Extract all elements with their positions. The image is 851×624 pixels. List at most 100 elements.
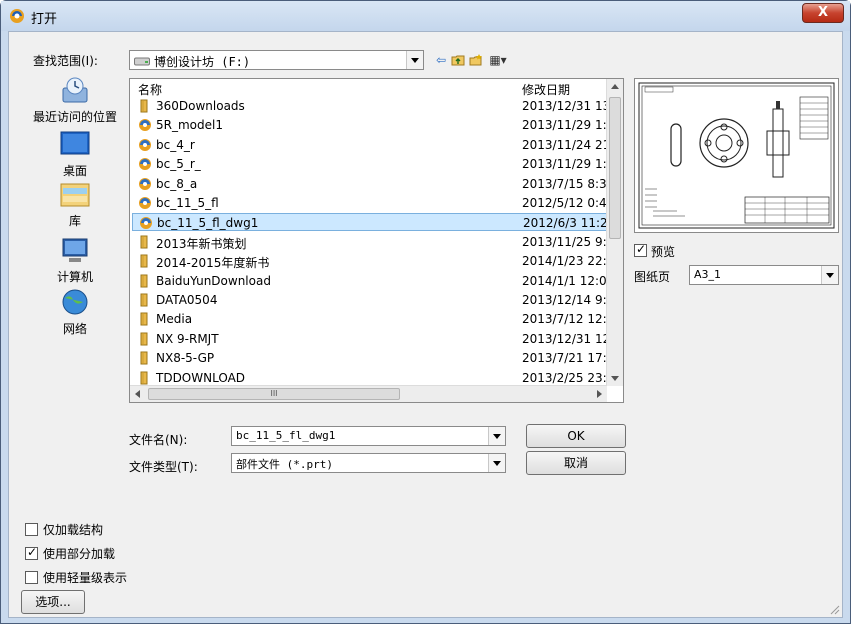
- folder-icon: [140, 351, 148, 365]
- folder-icon: [140, 312, 148, 326]
- file-date: 2013/12/31 13: [522, 99, 610, 113]
- folder-icon: [140, 99, 148, 113]
- filename-label: 文件名(N):: [129, 433, 188, 447]
- file-name: Media: [156, 312, 193, 327]
- views-menu-icon[interactable]: ▦▾: [487, 52, 509, 68]
- lightweight-checkbox[interactable]: [25, 571, 38, 584]
- horizontal-scroll-thumb[interactable]: III: [148, 388, 400, 400]
- file-row[interactable]: bc_11_5_fl 2012/5/12 0:40: [132, 194, 610, 212]
- file-name: 360Downloads: [156, 99, 245, 113]
- scroll-up-icon[interactable]: [611, 84, 619, 89]
- file-date: 2014/1/1 12:02: [522, 273, 610, 288]
- file-date: 2014/1/23 22:2: [522, 254, 610, 269]
- cancel-button[interactable]: 取消: [526, 451, 626, 475]
- file-name: 2013年新书策划: [156, 236, 247, 251]
- library-icon: [60, 183, 90, 207]
- file-row[interactable]: bc_5_r_ 2013/11/29 1:1: [132, 155, 610, 173]
- nx-part-icon: [139, 158, 151, 171]
- file-row[interactable]: TDDOWNLOAD 2013/2/25 23:0: [132, 369, 610, 387]
- partial-load-label: 使用部分加载: [43, 547, 116, 561]
- file-date: 2013/2/25 23:0: [522, 370, 610, 385]
- place-desktop[interactable]: 桌面: [27, 130, 123, 179]
- file-row[interactable]: 2014-2015年度新书 2014/1/23 22:2: [132, 252, 610, 271]
- folder-icon: [140, 235, 148, 249]
- file-date: 2013/12/14 9:4: [522, 293, 610, 307]
- file-date: 2012/6/3 11:28: [523, 216, 611, 231]
- file-name: 2014-2015年度新书: [156, 256, 270, 271]
- filetype-value: 部件文件 (*.prt): [236, 458, 333, 471]
- file-row[interactable]: bc_4_r 2013/11/24 21: [132, 136, 610, 154]
- place-label: 库: [68, 214, 81, 228]
- file-date: 2013/7/21 17:0: [522, 351, 610, 366]
- file-name: BaiduYunDownload: [156, 273, 271, 288]
- column-header-date[interactable]: 修改日期: [522, 81, 570, 98]
- vertical-scrollbar[interactable]: [606, 79, 623, 386]
- file-list[interactable]: 名称 修改日期 360Downloads 2013/12/31 13 5R_mode…: [129, 78, 624, 403]
- title-bar[interactable]: 打开 X: [1, 1, 850, 31]
- vertical-scroll-thumb[interactable]: [609, 97, 621, 239]
- network-icon: [62, 289, 88, 315]
- drawing-preview-image: [638, 82, 835, 229]
- file-row[interactable]: 2013年新书策划 2013/11/25 9:3: [132, 233, 610, 251]
- options-button[interactable]: 选项...: [21, 590, 85, 614]
- filename-combo[interactable]: bc_11_5_fl_dwg1: [231, 426, 506, 446]
- place-library[interactable]: 库: [27, 180, 123, 229]
- file-row[interactable]: Media 2013/7/12 12:1: [132, 310, 610, 328]
- back-icon[interactable]: ⇦: [434, 52, 448, 68]
- file-date: 2013/11/29 1:1: [522, 157, 610, 172]
- file-name: NX8-5-GP: [156, 351, 215, 366]
- place-label: 网络: [62, 322, 87, 336]
- chevron-down-icon[interactable]: [406, 51, 423, 69]
- resize-grip-icon[interactable]: [828, 603, 840, 615]
- partial-load-checkbox[interactable]: [25, 545, 38, 560]
- file-name: DATA0504: [156, 293, 218, 307]
- load-structure-label: 仅加载结构: [43, 523, 104, 537]
- scroll-down-icon[interactable]: [611, 376, 619, 381]
- ok-button[interactable]: OK: [526, 424, 626, 448]
- place-recent[interactable]: 最近访问的位置: [27, 76, 123, 125]
- file-name: bc_11_5_fl_dwg1: [157, 216, 259, 231]
- file-date: 2013/12/31 12: [522, 331, 610, 346]
- new-folder-icon[interactable]: [469, 53, 483, 67]
- place-network[interactable]: 网络: [27, 288, 123, 337]
- file-date: 2013/11/25 9:3: [522, 234, 610, 249]
- close-button[interactable]: X: [802, 3, 844, 23]
- drive-icon: [134, 57, 150, 66]
- file-date: 2013/11/24 21: [522, 137, 610, 152]
- file-name: NX 9-RMJT: [156, 331, 219, 346]
- folder-icon: [140, 254, 148, 268]
- scroll-left-icon[interactable]: [135, 390, 140, 398]
- file-row[interactable]: NX 9-RMJT 2013/12/31 12: [132, 330, 610, 348]
- chevron-down-icon[interactable]: [488, 454, 505, 472]
- file-row[interactable]: BaiduYunDownload 2014/1/1 12:02: [132, 272, 610, 290]
- file-row[interactable]: 360Downloads 2013/12/31 13: [132, 97, 610, 115]
- file-row[interactable]: 5R_model1 2013/11/29 1:1: [132, 116, 610, 134]
- filetype-combo[interactable]: 部件文件 (*.prt): [231, 453, 506, 473]
- place-computer[interactable]: 计算机: [27, 236, 123, 285]
- file-row[interactable]: NX8-5-GP 2013/7/21 17:0: [132, 349, 610, 367]
- folder-icon: [140, 293, 148, 307]
- file-name: TDDOWNLOAD: [156, 370, 246, 385]
- up-folder-icon[interactable]: [451, 53, 465, 67]
- load-structure-checkbox[interactable]: [25, 523, 38, 536]
- preview-checkbox[interactable]: [634, 242, 647, 257]
- nx-part-icon: [140, 217, 152, 230]
- lookin-combo[interactable]: 博创设计坊 (F:): [129, 50, 424, 70]
- horizontal-scrollbar[interactable]: III: [130, 385, 607, 402]
- chevron-down-icon[interactable]: [488, 427, 505, 445]
- column-header-name[interactable]: 名称: [138, 81, 162, 98]
- file-name: bc_8_a: [156, 176, 198, 191]
- sheet-value: A3_1: [694, 268, 722, 281]
- preview-label: 预览: [651, 245, 676, 259]
- file-name: bc_4_r: [156, 137, 195, 152]
- place-label: 计算机: [56, 270, 93, 284]
- scroll-right-icon[interactable]: [597, 390, 602, 398]
- file-date: 2012/5/12 0:40: [522, 196, 610, 210]
- chevron-down-icon[interactable]: [821, 266, 838, 284]
- filename-value: bc_11_5_fl_dwg1: [236, 429, 336, 442]
- file-row[interactable]: bc_8_a 2013/7/15 8:39: [132, 175, 610, 193]
- folder-icon: [140, 371, 148, 385]
- sheet-combo[interactable]: A3_1: [689, 265, 839, 285]
- file-row[interactable]: bc_11_5_fl_dwg1 2012/6/3 11:28: [132, 213, 611, 232]
- file-row[interactable]: DATA0504 2013/12/14 9:4: [132, 291, 610, 309]
